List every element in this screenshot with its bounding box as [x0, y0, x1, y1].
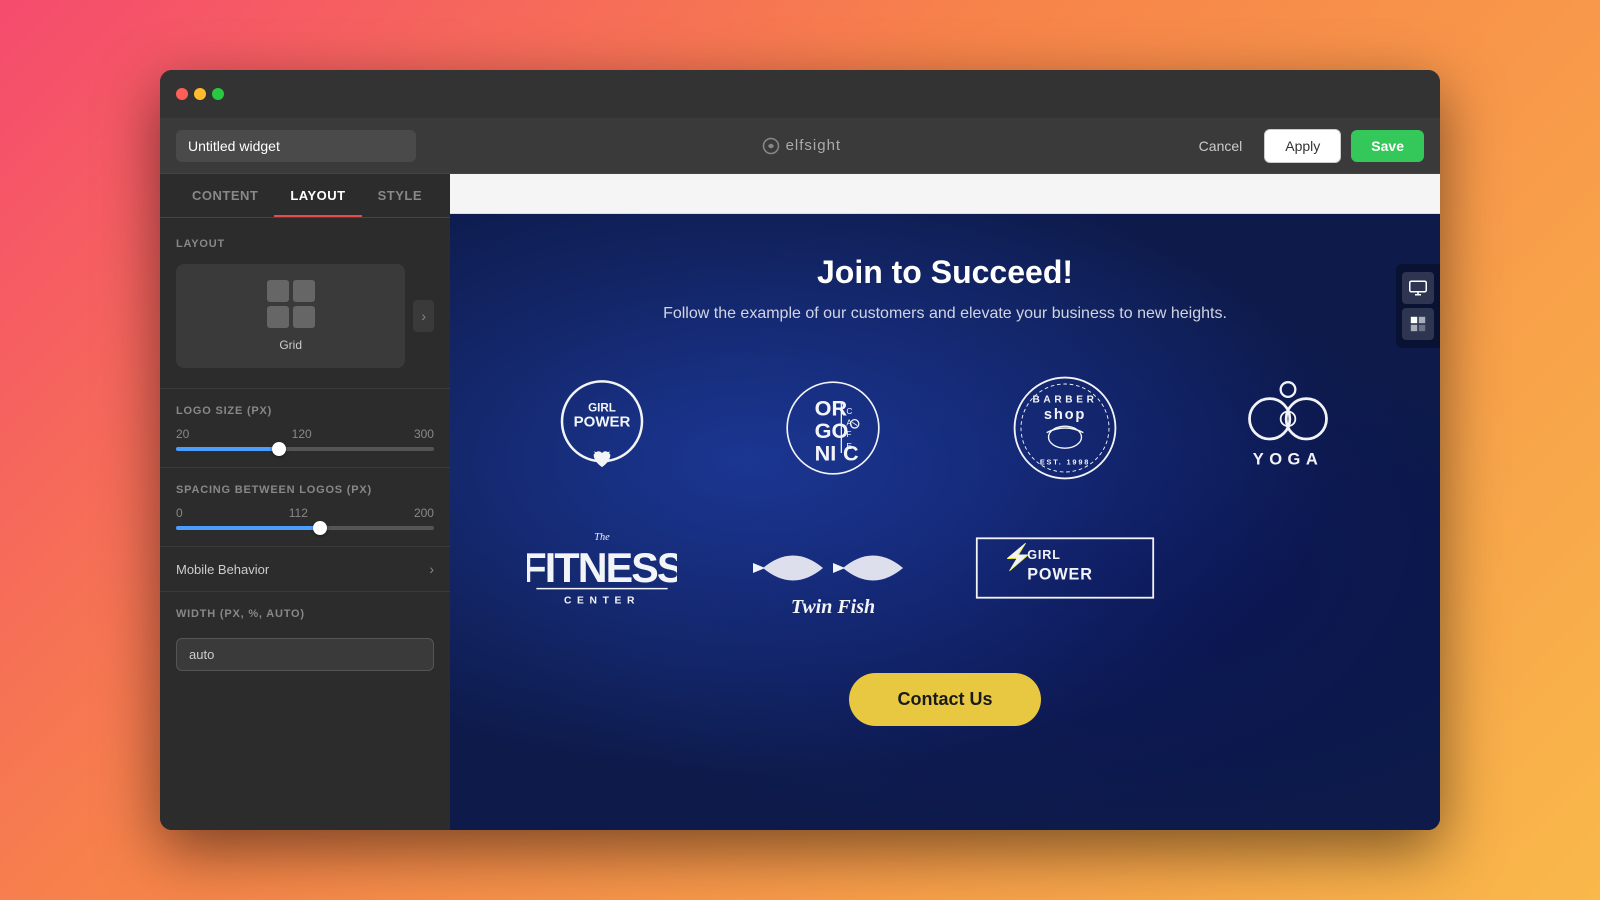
logo-size-fill [176, 447, 279, 451]
grid-cell [293, 306, 315, 328]
save-button[interactable]: Save [1351, 130, 1424, 162]
main-content: CONTENT LAYOUT STYLE LAYOUT [160, 174, 1440, 830]
layout-preview-area: Grid › [176, 264, 434, 368]
logo-size-min: 20 [176, 427, 189, 441]
tab-style[interactable]: STYLE [362, 174, 438, 217]
tab-layout[interactable]: LAYOUT [274, 174, 361, 217]
app-window: elfsight Cancel Apply Save CONTENT LAYOU… [160, 70, 1440, 830]
logo-fitness: The FITNESS CENTER [527, 513, 677, 623]
preview-title: Join to Succeed! [817, 254, 1073, 291]
fullscreen-button[interactable] [212, 88, 224, 100]
logo-size-track [176, 447, 434, 451]
mobile-behavior-row[interactable]: Mobile Behavior › [160, 547, 450, 592]
close-button[interactable] [176, 88, 188, 100]
layout-section-label: LAYOUT [176, 238, 434, 250]
preview-content: Join to Succeed! Follow the example of o… [450, 214, 1440, 830]
svg-text:OR: OR [815, 396, 848, 421]
svg-text:BARBER: BARBER [1032, 394, 1097, 405]
preview-inner: Join to Succeed! Follow the example of o… [450, 214, 1440, 756]
logo-twin-fish: Twin Fish [733, 513, 933, 623]
svg-text:shop: shop [1044, 407, 1086, 423]
logo-size-section: LOGO SIZE (PX) 20 120 300 [160, 389, 450, 468]
yoga-svg: YOGA [1228, 373, 1348, 483]
svg-text:C: C [843, 441, 859, 466]
width-label: WIDTH (PX, %, AUTO) [176, 608, 434, 620]
layout-next-button[interactable]: › [413, 300, 434, 332]
svg-text:GO: GO [815, 418, 849, 443]
logo-girl-power-2: ⚡ GIRL POWER [975, 513, 1155, 623]
svg-text:FITNESS: FITNESS [527, 545, 677, 591]
preview-top-bar [450, 174, 1440, 214]
brand-logo: elfsight [428, 137, 1175, 155]
cancel-button[interactable]: Cancel [1187, 130, 1255, 162]
grid-cell [267, 306, 289, 328]
cta-button[interactable]: Contact Us [849, 673, 1040, 726]
svg-text:NI: NI [815, 441, 837, 466]
svg-text:CENTER: CENTER [564, 596, 640, 607]
logos-grid: GIRL POWER OR [510, 373, 1380, 623]
grid-cell [267, 280, 289, 302]
organic-svg: OR GO C A F E NI C [783, 378, 883, 478]
brand-name: elfsight [786, 137, 842, 154]
svg-text:GIRL: GIRL [588, 401, 616, 414]
svg-text:EST. 1998: EST. 1998 [1040, 458, 1090, 467]
logo-size-label: LOGO SIZE (PX) [176, 405, 434, 417]
svg-text:F: F [847, 429, 852, 439]
svg-text:C: C [847, 406, 853, 416]
spacing-label: SPACING BETWEEN LOGOS (PX) [176, 484, 434, 496]
spacing-section: SPACING BETWEEN LOGOS (PX) 0 112 200 [160, 468, 450, 547]
spacing-max: 200 [414, 506, 434, 520]
logo-size-thumb[interactable] [272, 442, 286, 456]
mobile-behavior-label: Mobile Behavior [176, 562, 269, 577]
svg-text:YOGA: YOGA [1253, 451, 1324, 469]
spacing-range-labels: 0 112 200 [176, 506, 434, 520]
logo-yoga: YOGA [1228, 373, 1348, 483]
spacing-track [176, 526, 434, 530]
elfsight-logo-icon [762, 137, 780, 155]
layout-grid-card[interactable]: Grid [176, 264, 405, 368]
spacing-thumb[interactable] [313, 521, 327, 535]
twin-fish-svg: Twin Fish [733, 518, 933, 618]
header: elfsight Cancel Apply Save [160, 118, 1440, 174]
spacing-value: 112 [289, 506, 308, 520]
logo-size-range-labels: 20 120 300 [176, 427, 434, 441]
width-section: WIDTH (PX, %, AUTO) [160, 592, 450, 687]
logo-size-value: 120 [292, 427, 312, 441]
preview-panel: Join to Succeed! Follow the example of o… [450, 174, 1440, 830]
apply-button[interactable]: Apply [1264, 129, 1341, 163]
layout-grid-label: Grid [279, 338, 302, 352]
svg-text:POWER: POWER [1027, 566, 1093, 584]
layout-section: LAYOUT Grid › [160, 218, 450, 389]
mobile-behavior-chevron-icon: › [429, 561, 434, 577]
svg-text:POWER: POWER [573, 413, 630, 430]
girl-power-2-svg: ⚡ GIRL POWER [975, 533, 1155, 603]
logo-organic: OR GO C A F E NI C [783, 373, 883, 483]
svg-text:Twin Fish: Twin Fish [791, 596, 875, 618]
logo-size-max: 300 [414, 427, 434, 441]
barber-svg: BARBER shop EST. 1998 [1010, 373, 1120, 483]
spacing-min: 0 [176, 506, 183, 520]
widget-name-input[interactable] [176, 130, 416, 162]
logo-girl-power: GIRL POWER [552, 373, 652, 483]
grid-cell [293, 280, 315, 302]
svg-text:GIRL: GIRL [1027, 548, 1061, 562]
grid-icon [267, 280, 315, 328]
tab-content[interactable]: CONTENT [176, 174, 274, 217]
girl-power-svg: GIRL POWER [552, 378, 652, 478]
tab-bar: CONTENT LAYOUT STYLE [160, 174, 450, 218]
width-input[interactable] [176, 638, 434, 671]
logo-barber: BARBER shop EST. 1998 [1010, 373, 1120, 483]
sidebar: CONTENT LAYOUT STYLE LAYOUT [160, 174, 450, 830]
preview-subtitle: Follow the example of our customers and … [663, 305, 1227, 323]
titlebar [160, 70, 1440, 118]
header-actions: Cancel Apply Save [1187, 129, 1424, 163]
fitness-svg: The FITNESS CENTER [527, 518, 677, 618]
traffic-lights [176, 88, 224, 100]
svg-text:The: The [594, 532, 610, 543]
minimize-button[interactable] [194, 88, 206, 100]
spacing-fill [176, 526, 320, 530]
